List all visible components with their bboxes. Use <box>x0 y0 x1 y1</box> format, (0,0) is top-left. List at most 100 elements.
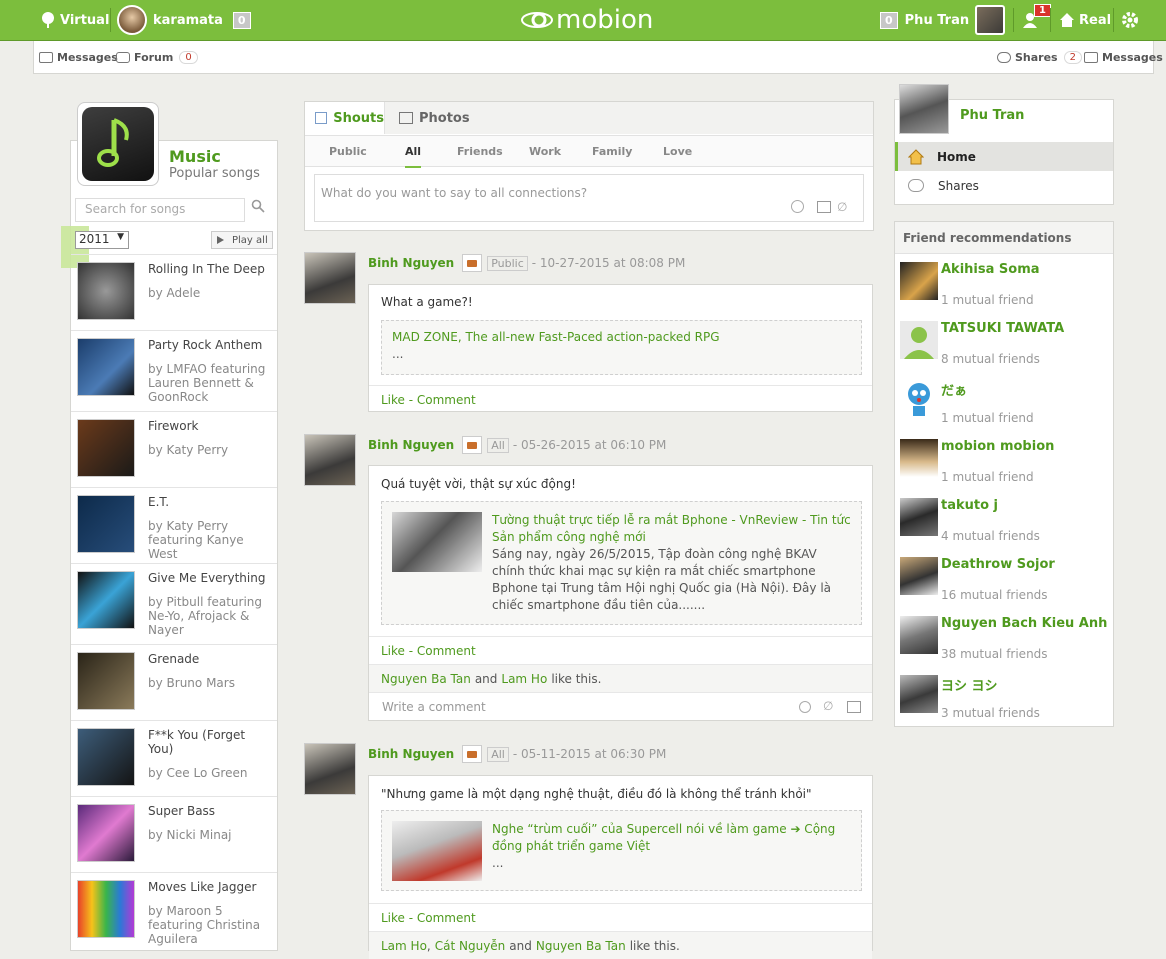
friend-avatar[interactable] <box>900 675 938 713</box>
friend-avatar[interactable] <box>900 498 938 536</box>
friend-avatar[interactable] <box>900 439 938 477</box>
recommendation-item[interactable]: Nguyen Bach Kieu Anh 38 mutual friends <box>895 616 1113 675</box>
play-all-button[interactable]: Play all <box>211 231 273 249</box>
recommendation-item[interactable]: Deathrow Sojor 16 mutual friends <box>895 557 1113 616</box>
shares-link[interactable]: Shares 2 <box>997 41 1082 73</box>
friend-name[interactable]: Nguyen Bach Kieu Anh <box>941 616 1107 631</box>
mobion-logo[interactable]: mobion <box>520 4 653 36</box>
link-attach-icon[interactable]: ∅ <box>823 699 833 713</box>
post-author-name[interactable]: Binh Nguyen <box>368 256 454 270</box>
recommendation-item[interactable]: Akihisa Soma 1 mutual friend <box>895 262 1113 321</box>
song-item[interactable]: F**k You (Forget You) by Cee Lo Green <box>71 720 277 796</box>
friend-avatar[interactable] <box>900 380 938 418</box>
photo-attach-icon[interactable] <box>847 701 861 713</box>
song-item[interactable]: Firework by Katy Perry <box>71 411 277 487</box>
friend-avatar[interactable] <box>900 557 938 595</box>
friend-requests-button[interactable]: 1 <box>1022 0 1051 40</box>
post-actions[interactable]: Like - Comment <box>369 903 872 931</box>
settings-button[interactable] <box>1121 0 1139 40</box>
song-item[interactable]: Grenade by Bruno Mars <box>71 644 277 720</box>
friend-name[interactable]: だぁ <box>941 380 967 399</box>
virtual-user[interactable]: karamata 0 <box>117 0 251 40</box>
profile-name[interactable]: Phu Tran <box>960 108 1024 123</box>
friend-name[interactable]: TATSUKI TAWATA <box>941 321 1064 336</box>
recommendation-item[interactable]: TATSUKI TAWATA 8 mutual friends <box>895 321 1113 380</box>
gear-icon <box>1121 11 1139 29</box>
recommendation-item[interactable]: mobion mobion 1 mutual friend <box>895 439 1113 498</box>
comment-input[interactable]: Write a comment ∅ <box>369 692 872 721</box>
liker-link[interactable]: Lam Ho <box>381 939 427 953</box>
filter-all[interactable]: All <box>405 136 422 168</box>
post-author-avatar[interactable] <box>304 252 356 304</box>
song-thumbnail <box>77 338 135 396</box>
tab-photos[interactable]: Photos <box>385 102 873 134</box>
song-item[interactable]: Moves Like Jagger by Maroon 5 featuring … <box>71 872 277 951</box>
song-artist: by Pitbull featuring Ne-Yo, Afrojack & N… <box>148 595 263 637</box>
nav-home[interactable]: Home <box>895 142 1113 171</box>
virtual-button[interactable]: Virtual <box>40 0 109 40</box>
forum-link[interactable]: Forum 0 <box>116 41 198 73</box>
filter-work[interactable]: Work <box>529 136 561 166</box>
post-actions[interactable]: Like - Comment <box>369 636 872 664</box>
music-subtitle: Popular songs <box>169 166 260 181</box>
emoji-icon[interactable] <box>799 701 811 713</box>
year-select[interactable]: 2011 ▼ <box>75 231 129 249</box>
post-actions[interactable]: Like - Comment <box>369 385 872 413</box>
link-title[interactable]: MAD ZONE, The all-new Fast-Paced action-… <box>392 329 851 346</box>
friend-name[interactable]: Deathrow Sojor <box>941 557 1055 572</box>
friend-avatar[interactable] <box>900 321 938 359</box>
search-icon[interactable] <box>251 199 265 213</box>
friend-avatar[interactable] <box>900 616 938 654</box>
link-preview[interactable]: MAD ZONE, The all-new Fast-Paced action-… <box>381 320 862 375</box>
post-author-name[interactable]: Binh Nguyen <box>368 438 454 452</box>
link-preview[interactable]: Tường thuật trực tiếp lễ ra mắt Bphone -… <box>381 501 862 625</box>
friend-name[interactable]: ヨシ ヨシ <box>941 675 998 694</box>
tab-shouts[interactable]: Shouts <box>305 102 385 134</box>
status-input[interactable]: What do you want to say to all connectio… <box>314 174 864 222</box>
recommendation-item[interactable]: takuto j 4 mutual friends <box>895 498 1113 557</box>
messages-right-link[interactable]: Messages <box>1084 41 1163 73</box>
liker-link[interactable]: Nguyen Ba Tan <box>381 672 471 686</box>
messages-link[interactable]: Messages <box>39 41 118 73</box>
link-preview[interactable]: Nghe “trùm cuối” của Supercell nói về là… <box>381 810 862 891</box>
mutual-friends: 1 mutual friend <box>941 470 1034 484</box>
photo-attach-icon[interactable] <box>817 201 831 213</box>
play-all-label: Play all <box>232 234 268 246</box>
filter-friends[interactable]: Friends <box>457 136 503 166</box>
song-search-input[interactable]: Search for songs <box>75 198 245 222</box>
composer-panel: Shouts Photos Public All Friends Work Fa… <box>304 101 874 231</box>
mutual-friends: 38 mutual friends <box>941 647 1048 661</box>
song-item[interactable]: Super Bass by Nicki Minaj <box>71 796 277 872</box>
chat-bubbles-icon <box>908 179 924 192</box>
link-title[interactable]: Tường thuật trực tiếp lễ ra mắt Bphone -… <box>492 512 852 546</box>
song-item[interactable]: Give Me Everything by Pitbull featuring … <box>71 563 277 644</box>
profile-avatar[interactable] <box>899 84 949 134</box>
liker-link[interactable]: Cát Nguyễn <box>435 939 506 953</box>
filter-public[interactable]: Public <box>329 136 367 166</box>
liker-link[interactable]: Nguyen Ba Tan <box>536 939 626 953</box>
friend-avatar[interactable] <box>900 262 938 300</box>
real-user[interactable]: 0 Phu Tran <box>880 0 1006 40</box>
emoji-icon[interactable] <box>791 200 804 213</box>
song-item[interactable]: E.T. by Katy Perry featuring Kanye West <box>71 487 277 563</box>
recommendation-item[interactable]: だぁ 1 mutual friend <box>895 380 1113 439</box>
tab-photos-label: Photos <box>419 110 470 126</box>
filter-family[interactable]: Family <box>592 136 632 166</box>
filter-love[interactable]: Love <box>663 136 692 166</box>
link-title[interactable]: Nghe “trùm cuối” của Supercell nói về là… <box>492 821 852 855</box>
liker-link[interactable]: Lam Ho <box>501 672 547 686</box>
post-author-name[interactable]: Binh Nguyen <box>368 747 454 761</box>
real-button[interactable]: Real <box>1059 0 1111 40</box>
link-attach-icon[interactable]: ∅ <box>837 200 847 214</box>
friend-name[interactable]: mobion mobion <box>941 439 1054 454</box>
song-item[interactable]: Party Rock Anthem by LMFAO featuring Lau… <box>71 330 277 411</box>
song-title: Give Me Everything <box>148 571 266 585</box>
post-author-avatar[interactable] <box>304 434 356 486</box>
nav-shares[interactable]: Shares <box>895 171 1113 200</box>
song-item[interactable]: Rolling In The Deep by Adele <box>71 254 277 330</box>
profile-card: Phu Tran Home Shares <box>894 84 1114 205</box>
friend-name[interactable]: takuto j <box>941 498 998 513</box>
recommendation-item[interactable]: ヨシ ヨシ 3 mutual friends <box>895 675 1113 734</box>
post-author-avatar[interactable] <box>304 743 356 795</box>
friend-name[interactable]: Akihisa Soma <box>941 262 1040 277</box>
